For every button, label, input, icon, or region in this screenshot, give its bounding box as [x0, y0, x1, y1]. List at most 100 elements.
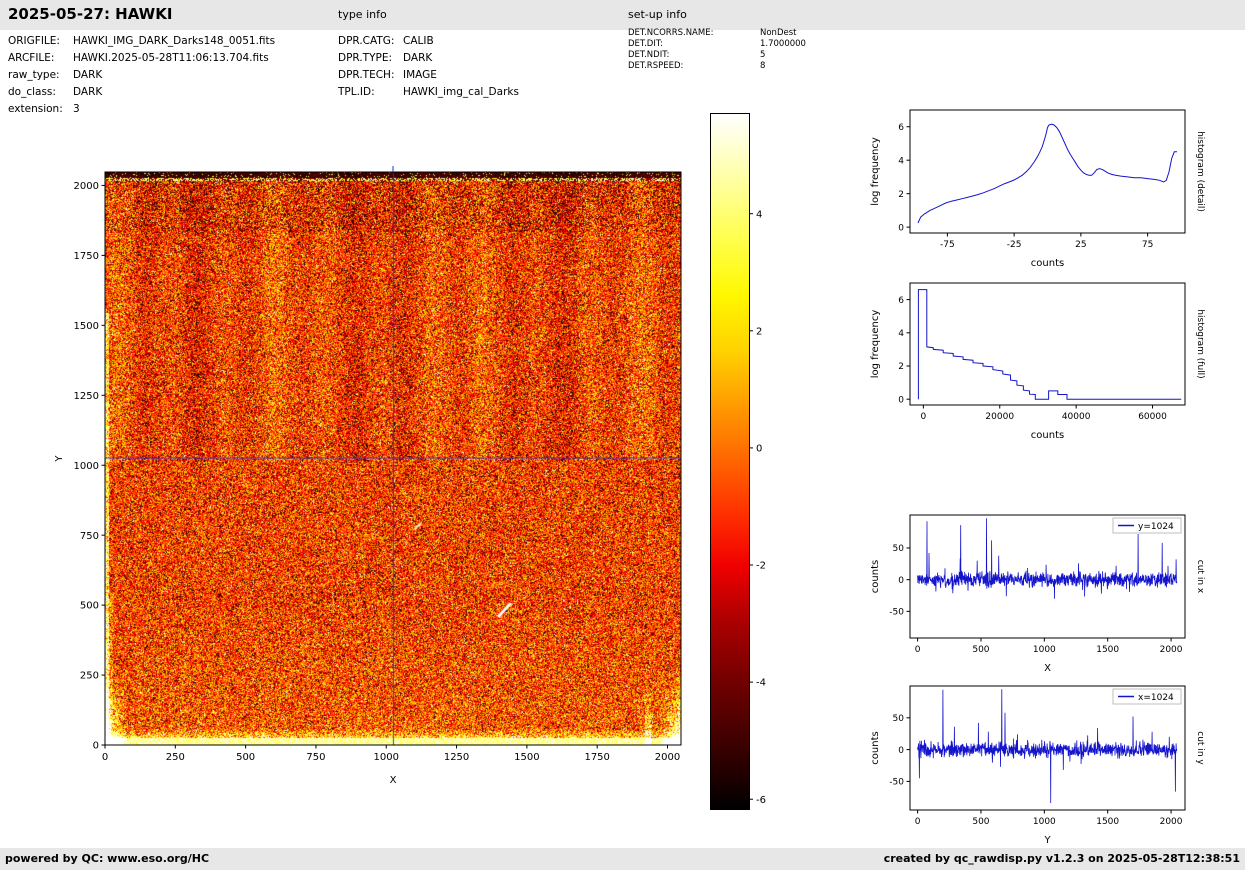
svg-text:-50: -50	[889, 778, 904, 788]
info-label: do_class:	[8, 86, 56, 98]
colorbar-ticks: 4 2 0 -2 -4 -6	[749, 209, 766, 806]
svg-text:500: 500	[236, 752, 255, 763]
svg-text:counts: counts	[870, 731, 881, 764]
info-label: ARCFILE:	[8, 52, 55, 64]
legend: x=1024	[1112, 688, 1182, 705]
svg-text:60000: 60000	[1138, 412, 1167, 422]
svg-text:-25: -25	[1007, 240, 1022, 250]
svg-text:1500: 1500	[1096, 645, 1119, 655]
svg-text:1750: 1750	[74, 251, 99, 262]
info-value: 1.7000000	[760, 39, 806, 49]
svg-text:y=1024: y=1024	[1138, 522, 1174, 532]
svg-text:40000: 40000	[1062, 412, 1091, 422]
info-value: DARK	[73, 86, 103, 98]
svg-text:0: 0	[898, 395, 904, 405]
info-label: extension:	[8, 103, 63, 115]
svg-text:histogram (detail): histogram (detail)	[1195, 131, 1205, 212]
svg-text:50: 50	[893, 714, 905, 724]
svg-text:0: 0	[898, 746, 904, 756]
info-value: IMAGE	[403, 69, 437, 81]
file-info-row: do_class: DARK	[8, 84, 275, 101]
svg-text:1000: 1000	[1033, 645, 1056, 655]
svg-text:x=1024: x=1024	[1138, 693, 1174, 703]
svg-text:2: 2	[898, 190, 904, 200]
svg-text:1500: 1500	[514, 752, 539, 763]
file-info-row: ORIGFILE: HAWKI_IMG_DARK_Darks148_0051.fi…	[8, 33, 275, 50]
svg-text:1250: 1250	[74, 391, 99, 402]
info-label: ORIGFILE:	[8, 35, 60, 47]
type-info-row: DPR.TECH: IMAGE	[338, 67, 519, 84]
info-value: 8	[760, 61, 766, 71]
info-value: CALIB	[403, 35, 434, 47]
type-info-row: TPL.ID: HAWKI_img_cal_Darks	[338, 84, 519, 101]
svg-text:Y: Y	[1043, 835, 1051, 846]
svg-text:X: X	[1044, 663, 1051, 674]
svg-text:X: X	[390, 775, 397, 786]
svg-text:2000: 2000	[655, 752, 680, 763]
histogram-full-line	[917, 289, 1182, 400]
info-value: HAWKI_IMG_DARK_Darks148_0051.fits	[73, 35, 276, 47]
footer-powered-by: powered by QC: www.eso.org/HC	[5, 852, 210, 865]
cut-in-x-axes: 0 500 1000 1500 2000 -50 0 50 Xcounts cut in x y=1…	[870, 514, 1205, 674]
type-info-row: DPR.CATG: CALIB	[338, 33, 519, 50]
info-label: DPR.TECH:	[338, 69, 395, 81]
setup-info-row: DET.NCORRS.NAME: NonDest	[628, 28, 806, 39]
svg-text:500: 500	[972, 817, 989, 827]
type-info-row: DPR.TYPE: DARK	[338, 50, 519, 67]
svg-text:cut in x: cut in x	[1195, 560, 1205, 594]
svg-text:500: 500	[972, 645, 989, 655]
svg-text:-2: -2	[756, 561, 766, 572]
info-value: DARK	[403, 52, 433, 64]
svg-text:histogram (full): histogram (full)	[1195, 309, 1205, 378]
info-label: raw_type:	[8, 69, 60, 81]
svg-text:6: 6	[898, 123, 904, 133]
info-label: DET.NCORRS.NAME:	[628, 28, 714, 38]
cut-in-y-line	[917, 689, 1178, 804]
svg-text:4: 4	[756, 209, 762, 220]
svg-text:-75: -75	[940, 240, 955, 250]
svg-text:0: 0	[921, 412, 927, 422]
setup-info-heading: set-up info	[628, 8, 687, 21]
setup-info-row: DET.RSPEED: 8	[628, 61, 806, 72]
svg-text:25: 25	[1075, 240, 1086, 250]
svg-text:2: 2	[898, 362, 904, 372]
svg-text:2: 2	[756, 326, 762, 337]
svg-text:counts: counts	[870, 560, 881, 593]
file-info-row: raw_type: DARK	[8, 67, 275, 84]
svg-text:Y: Y	[54, 455, 65, 463]
svg-text:counts: counts	[1031, 430, 1064, 441]
svg-text:-50: -50	[889, 608, 904, 618]
info-label: DPR.CATG:	[338, 35, 395, 47]
svg-text:0: 0	[898, 223, 904, 233]
svg-text:250: 250	[80, 671, 99, 682]
info-value: HAWKI_img_cal_Darks	[403, 86, 519, 98]
info-value: HAWKI.2025-05-28T11:06:13.704.fits	[73, 52, 269, 64]
type-info-heading: type info	[338, 8, 387, 21]
histogram-detail-line	[917, 123, 1177, 224]
setup-info-row: DET.DIT: 1.7000000	[628, 39, 806, 50]
qc-report-page: 2025-05-27: HAWKI type info set-up info …	[0, 0, 1245, 870]
info-label: TPL.ID:	[338, 86, 375, 98]
svg-text:6: 6	[898, 296, 904, 306]
svg-text:750: 750	[80, 531, 99, 542]
svg-text:20000: 20000	[985, 412, 1014, 422]
file-info-row: ARCFILE: HAWKI.2025-05-28T11:06:13.704.fi…	[8, 50, 275, 67]
svg-text:0: 0	[915, 817, 921, 827]
header-bar: 2025-05-27: HAWKI type info set-up info	[0, 0, 1245, 30]
info-value: DARK	[73, 69, 103, 81]
colorbar-gradient	[710, 113, 750, 810]
cut-in-x-line	[917, 518, 1178, 599]
svg-text:-6: -6	[756, 795, 766, 806]
svg-text:0: 0	[898, 576, 904, 586]
cut-in-y-axes: 0 500 1000 1500 2000 -50 0 50 Ycounts cut in y x=1…	[870, 685, 1205, 846]
file-info-row: extension: 3	[8, 101, 275, 118]
svg-text:counts: counts	[1031, 258, 1064, 269]
svg-text:1000: 1000	[74, 461, 99, 472]
svg-text:0: 0	[756, 444, 762, 455]
svg-text:2000: 2000	[1160, 817, 1183, 827]
svg-text:-4: -4	[756, 678, 766, 689]
svg-text:0: 0	[102, 752, 108, 763]
histogram-detail-axes: -75 -25 25 75 0 2 4 6 counts log frequency histogr…	[870, 109, 1205, 269]
svg-text:log frequency: log frequency	[870, 310, 881, 379]
dark-frame-image	[105, 172, 681, 745]
